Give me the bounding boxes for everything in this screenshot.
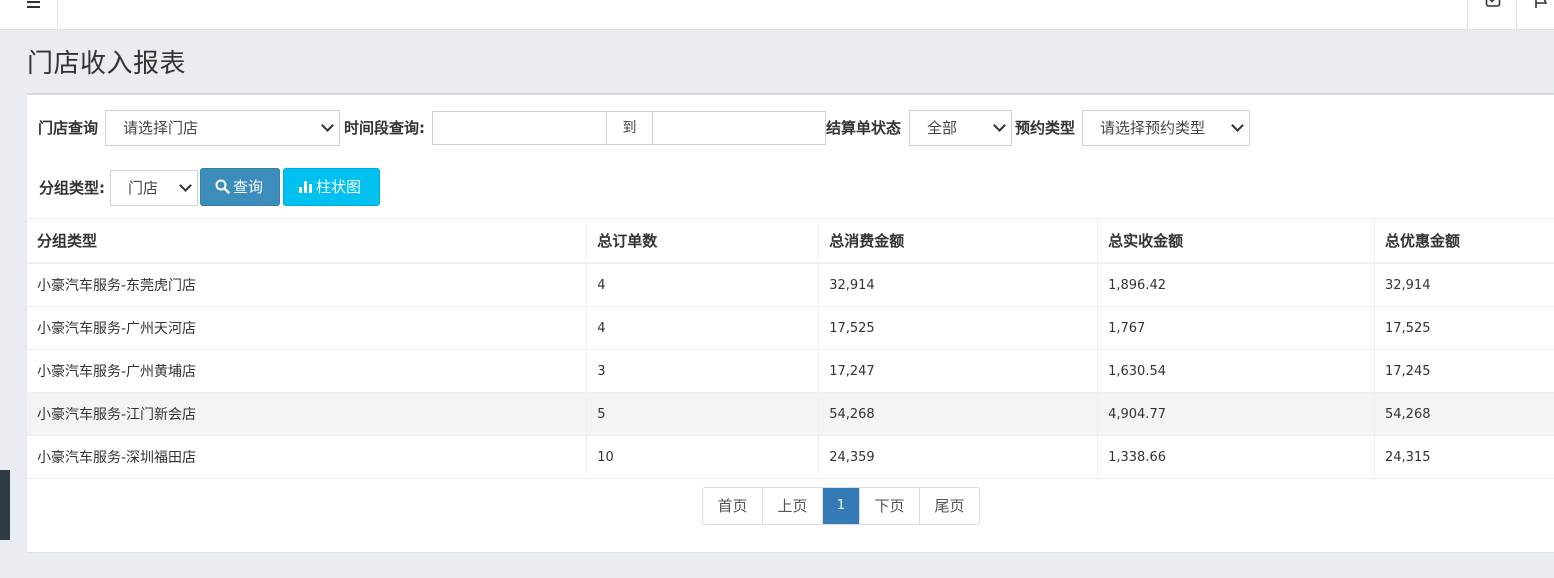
chart-button-label: 柱状图 bbox=[316, 178, 362, 196]
page-title: 门店收入报表 bbox=[27, 49, 187, 79]
cell-spend: 24,359 bbox=[818, 435, 1099, 479]
page-prev-button[interactable]: 上页 bbox=[763, 488, 823, 524]
cell-discount: 24,315 bbox=[1374, 435, 1554, 479]
chevron-down-icon bbox=[993, 119, 1006, 132]
cell-group: 小豪汽车服务-东莞虎门店 bbox=[27, 263, 588, 307]
top-navbar bbox=[0, 0, 1554, 30]
booking-select-value: 请选择预约类型 bbox=[1100, 119, 1206, 137]
check-square-icon bbox=[1485, 0, 1501, 7]
table-row: 小豪汽车服务-广州黄埔店 3 17,247 1,630.54 17,245 bbox=[27, 349, 1554, 393]
page-first-button[interactable]: 首页 bbox=[703, 488, 763, 524]
cell-orders: 5 bbox=[586, 392, 820, 436]
cell-spend: 54,268 bbox=[818, 392, 1099, 436]
store-select-value: 请选择门店 bbox=[123, 119, 199, 137]
cell-received: 1,630.54 bbox=[1097, 349, 1375, 393]
store-filter-label: 门店查询 bbox=[38, 119, 99, 137]
table-row: 小豪汽车服务-江门新会店 5 54,268 4,904.77 54,268 bbox=[27, 392, 1554, 436]
cell-discount: 17,245 bbox=[1374, 349, 1554, 393]
chevron-down-icon bbox=[1231, 119, 1244, 132]
period-to-label: 到 bbox=[622, 120, 637, 136]
col-header-group-type: 分组类型 bbox=[27, 218, 588, 264]
cell-group: 小豪汽车服务-广州天河店 bbox=[27, 306, 588, 350]
period-to-addon: 到 bbox=[606, 111, 653, 145]
cell-group: 小豪汽车服务-江门新会店 bbox=[27, 392, 588, 436]
booking-type-select[interactable]: 请选择预约类型 bbox=[1082, 110, 1250, 146]
store-select[interactable]: 请选择门店 bbox=[105, 110, 340, 146]
chevron-down-icon bbox=[179, 179, 192, 192]
period-end-input[interactable] bbox=[652, 111, 826, 145]
group-select-value: 门店 bbox=[128, 179, 159, 197]
period-filter-label: 时间段查询: bbox=[344, 119, 425, 137]
cell-discount: 32,914 bbox=[1374, 263, 1554, 307]
cell-spend: 17,247 bbox=[818, 349, 1099, 393]
cell-received: 4,904.77 bbox=[1097, 392, 1375, 436]
page-current-button[interactable]: 1 bbox=[823, 488, 860, 524]
table-row: 小豪汽车服务-广州天河店 4 17,525 1,767 17,525 bbox=[27, 306, 1554, 350]
col-header-total-spend: 总消费金额 bbox=[818, 218, 1099, 264]
table-header-row: 分组类型 总订单数 总消费金额 总实收金额 总优惠金额 bbox=[27, 218, 1554, 264]
page-next-button[interactable]: 下页 bbox=[860, 488, 920, 524]
status-select-value: 全部 bbox=[927, 119, 958, 137]
col-header-total-received: 总实收金额 bbox=[1097, 218, 1375, 264]
group-filter-label: 分组类型: bbox=[39, 179, 105, 197]
tasks-button[interactable] bbox=[1467, 0, 1515, 29]
table-row: 小豪汽车服务-深圳福田店 10 24,359 1,338.66 24,315 bbox=[27, 435, 1554, 479]
bar-chart-icon bbox=[299, 181, 312, 193]
cell-orders: 10 bbox=[586, 435, 820, 479]
cell-discount: 54,268 bbox=[1374, 392, 1554, 436]
col-header-total-orders: 总订单数 bbox=[586, 218, 820, 264]
menu-toggle-button[interactable] bbox=[0, 0, 58, 29]
query-button[interactable]: 查询 bbox=[200, 168, 280, 206]
period-start-input[interactable] bbox=[432, 111, 607, 145]
hamburger-icon-bar bbox=[27, 6, 40, 8]
cell-orders: 4 bbox=[586, 263, 820, 307]
page-last-button[interactable]: 尾页 bbox=[920, 488, 979, 524]
cell-discount: 17,525 bbox=[1374, 306, 1554, 350]
sidebar-edge bbox=[0, 470, 10, 540]
cell-received: 1,896.42 bbox=[1097, 263, 1375, 307]
cell-orders: 4 bbox=[586, 306, 820, 350]
search-icon bbox=[215, 179, 230, 194]
chevron-down-icon bbox=[321, 119, 334, 132]
cell-group: 小豪汽车服务-深圳福田店 bbox=[27, 435, 588, 479]
status-filter-label: 结算单状态 bbox=[826, 119, 902, 137]
query-button-label: 查询 bbox=[233, 178, 264, 196]
col-header-total-discount: 总优惠金额 bbox=[1374, 218, 1554, 264]
cell-received: 1,767 bbox=[1097, 306, 1375, 350]
cell-received: 1,338.66 bbox=[1097, 435, 1375, 479]
cell-group: 小豪汽车服务-广州黄埔店 bbox=[27, 349, 588, 393]
bar-chart-button[interactable]: 柱状图 bbox=[283, 168, 380, 206]
pagination: 首页 上页 1 下页 尾页 bbox=[702, 487, 980, 525]
flag-button[interactable] bbox=[1516, 0, 1554, 29]
table-row: 小豪汽车服务-东莞虎门店 4 32,914 1,896.42 32,914 bbox=[27, 263, 1554, 307]
booking-filter-label: 预约类型 bbox=[1015, 119, 1076, 137]
hamburger-icon bbox=[27, 1, 40, 3]
cell-orders: 3 bbox=[586, 349, 820, 393]
report-table: 分组类型 总订单数 总消费金额 总实收金额 总优惠金额 小豪汽车服务-东莞虎门店… bbox=[27, 218, 1554, 479]
status-select[interactable]: 全部 bbox=[909, 110, 1012, 146]
group-type-select[interactable]: 门店 bbox=[110, 170, 198, 206]
cell-spend: 17,525 bbox=[818, 306, 1099, 350]
report-panel: 门店查询 请选择门店 时间段查询: 到 结算单状态 全部 预约类型 请选择预约类… bbox=[27, 93, 1554, 553]
cell-spend: 32,914 bbox=[818, 263, 1099, 307]
flag-icon bbox=[1535, 0, 1548, 8]
